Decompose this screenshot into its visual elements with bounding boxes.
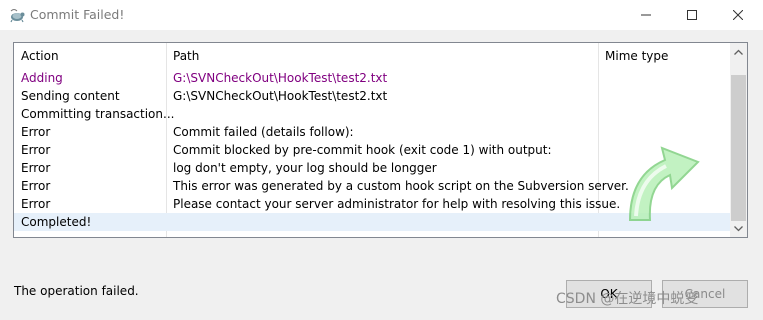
path-cell: Please contact your server administrator… — [173, 197, 621, 211]
list-item[interactable]: Sending content G:\SVNCheckOut\HookTest\t… — [14, 87, 730, 105]
action-cell: Error — [21, 161, 51, 175]
window-title: Commit Failed! — [30, 7, 125, 22]
path-cell: G:\SVNCheckOut\HookTest\test2.txt — [173, 71, 388, 85]
path-cell: log don't empty, your log should be long… — [173, 161, 437, 175]
title-bar: Commit Failed! — [0, 0, 763, 30]
scroll-down-button[interactable] — [730, 220, 747, 237]
minimize-icon — [641, 14, 651, 16]
scroll-up-button[interactable] — [730, 43, 747, 60]
watermark-text: CSDN @在逆境中蜕变 — [556, 291, 699, 307]
action-cell: Error — [21, 143, 51, 157]
tortoisesvn-icon — [10, 9, 25, 23]
path-cell: This error was generated by a custom hoo… — [173, 179, 629, 193]
column-header-mime-type[interactable]: Mime type — [598, 43, 730, 69]
close-button[interactable] — [715, 0, 761, 30]
chevron-up-icon — [734, 49, 743, 55]
vertical-scrollbar[interactable] — [730, 43, 747, 237]
action-cell: Error — [21, 179, 51, 193]
minimize-button[interactable] — [623, 0, 669, 30]
action-cell: Error — [21, 197, 51, 211]
list-item[interactable]: Adding G:\SVNCheckOut\HookTest\test2.txt — [14, 69, 730, 87]
action-cell: Completed! — [21, 215, 92, 229]
action-cell: Committing transaction... — [21, 107, 175, 121]
path-cell: Commit failed (details follow): — [173, 125, 354, 139]
commit-failed-dialog: Commit Failed! Action Path Mime type Add… — [0, 0, 763, 320]
chevron-down-icon — [734, 225, 743, 231]
refresh-arrow-icon — [628, 146, 700, 221]
path-cell: G:\SVNCheckOut\HookTest\test2.txt — [173, 89, 388, 103]
path-cell: Commit blocked by pre-commit hook (exit … — [173, 143, 552, 157]
scrollbar-thumb[interactable] — [731, 75, 746, 221]
maximize-icon — [687, 10, 697, 20]
close-icon — [733, 10, 743, 20]
action-cell: Error — [21, 125, 51, 139]
action-cell: Adding — [21, 71, 63, 85]
status-text: The operation failed. — [14, 284, 139, 298]
action-cell: Sending content — [21, 89, 120, 103]
column-header-action[interactable]: Action — [14, 43, 166, 69]
column-header-path[interactable]: Path — [166, 43, 598, 69]
maximize-button[interactable] — [669, 0, 715, 30]
